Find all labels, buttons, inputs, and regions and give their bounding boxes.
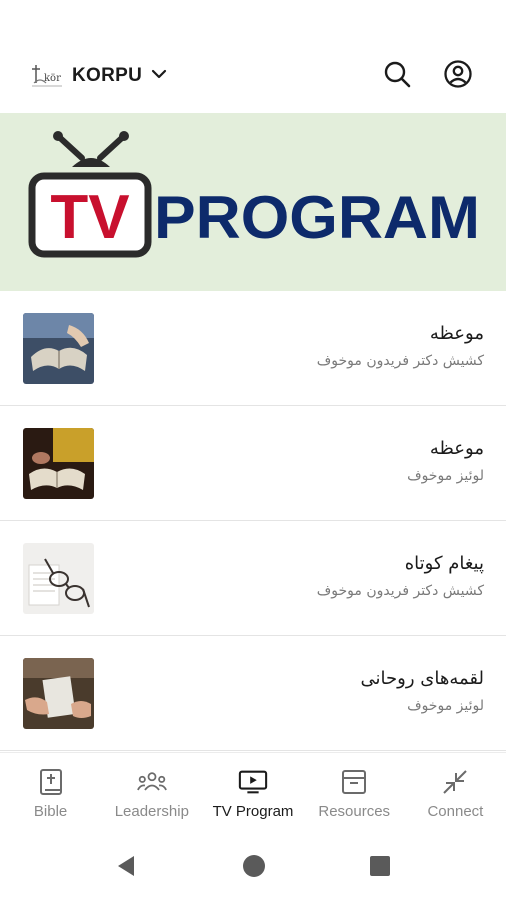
- nav-label: TV Program: [212, 803, 294, 820]
- archive-box-icon: [339, 767, 369, 797]
- bible-icon: [36, 767, 66, 797]
- church-logo-icon: kör: [30, 61, 64, 91]
- list-item[interactable]: موعظه کشیش دکتر فریدون موخوف: [0, 291, 506, 406]
- organization-name: KORPU: [72, 65, 143, 86]
- tv-program-banner: TV PROGRAM: [0, 113, 506, 291]
- app-bar: kör KORPU: [0, 40, 506, 112]
- tv-play-icon: [238, 767, 268, 797]
- search-button[interactable]: [377, 56, 417, 96]
- nav-label: Resources: [318, 803, 391, 820]
- nav-connect[interactable]: Connect: [405, 753, 506, 830]
- status-bar: [0, 0, 506, 40]
- thumbnail-hands-holding-book: [23, 658, 94, 729]
- search-icon: [382, 59, 412, 93]
- svg-text:kör: kör: [44, 73, 61, 84]
- nav-tv-program[interactable]: TV Program: [202, 753, 303, 830]
- program-list: موعظه کشیش دکتر فریدون موخوف موعظه لوئیز…: [0, 291, 506, 751]
- nav-label: Bible: [33, 803, 68, 820]
- people-icon: [136, 767, 167, 797]
- item-title: موعظه: [429, 323, 484, 344]
- item-speaker: کشیش دکتر فریدون موخوف: [316, 583, 484, 599]
- banner-tv-text: TV: [50, 183, 129, 252]
- nav-label: Connect: [427, 803, 484, 820]
- thumbnail-reading-book: [23, 428, 94, 499]
- list-item[interactable]: لقمه‌های روحانی لوئیز موخوف: [0, 636, 506, 751]
- item-title: موعظه: [429, 438, 484, 459]
- thumbnail-glasses-on-book: [23, 543, 94, 614]
- system-navigation-bar: [0, 830, 506, 900]
- chevron-down-icon: [150, 65, 168, 87]
- bottom-navigation: Bible Leadership TV Program Resources Co…: [0, 752, 506, 830]
- item-speaker: کشیش دکتر فریدون موخوف: [316, 353, 484, 369]
- thumbnail-open-bible: [23, 313, 94, 384]
- list-item[interactable]: موعظه لوئیز موخوف: [0, 406, 506, 521]
- account-button[interactable]: [438, 56, 478, 96]
- collapse-arrows-icon: [440, 767, 470, 797]
- account-circle-icon: [443, 59, 473, 93]
- nav-resources[interactable]: Resources: [304, 753, 405, 830]
- recents-icon[interactable]: [367, 853, 393, 879]
- list-item[interactable]: پیغام کوتاه کشیش دکتر فریدون موخوف: [0, 521, 506, 636]
- nav-label: Leadership: [114, 803, 189, 820]
- home-icon[interactable]: [241, 853, 267, 879]
- organization-dropdown[interactable]: KORPU: [72, 56, 168, 96]
- item-speaker: لوئیز موخوف: [407, 698, 484, 714]
- item-title: لقمه‌های روحانی: [360, 668, 484, 689]
- nav-leadership[interactable]: Leadership: [101, 753, 202, 830]
- back-icon[interactable]: [113, 853, 139, 879]
- nav-bible[interactable]: Bible: [0, 753, 101, 830]
- item-title: پیغام کوتاه: [404, 553, 484, 574]
- item-speaker: لوئیز موخوف: [407, 468, 484, 484]
- banner-program-text: PROGRAM: [154, 184, 480, 251]
